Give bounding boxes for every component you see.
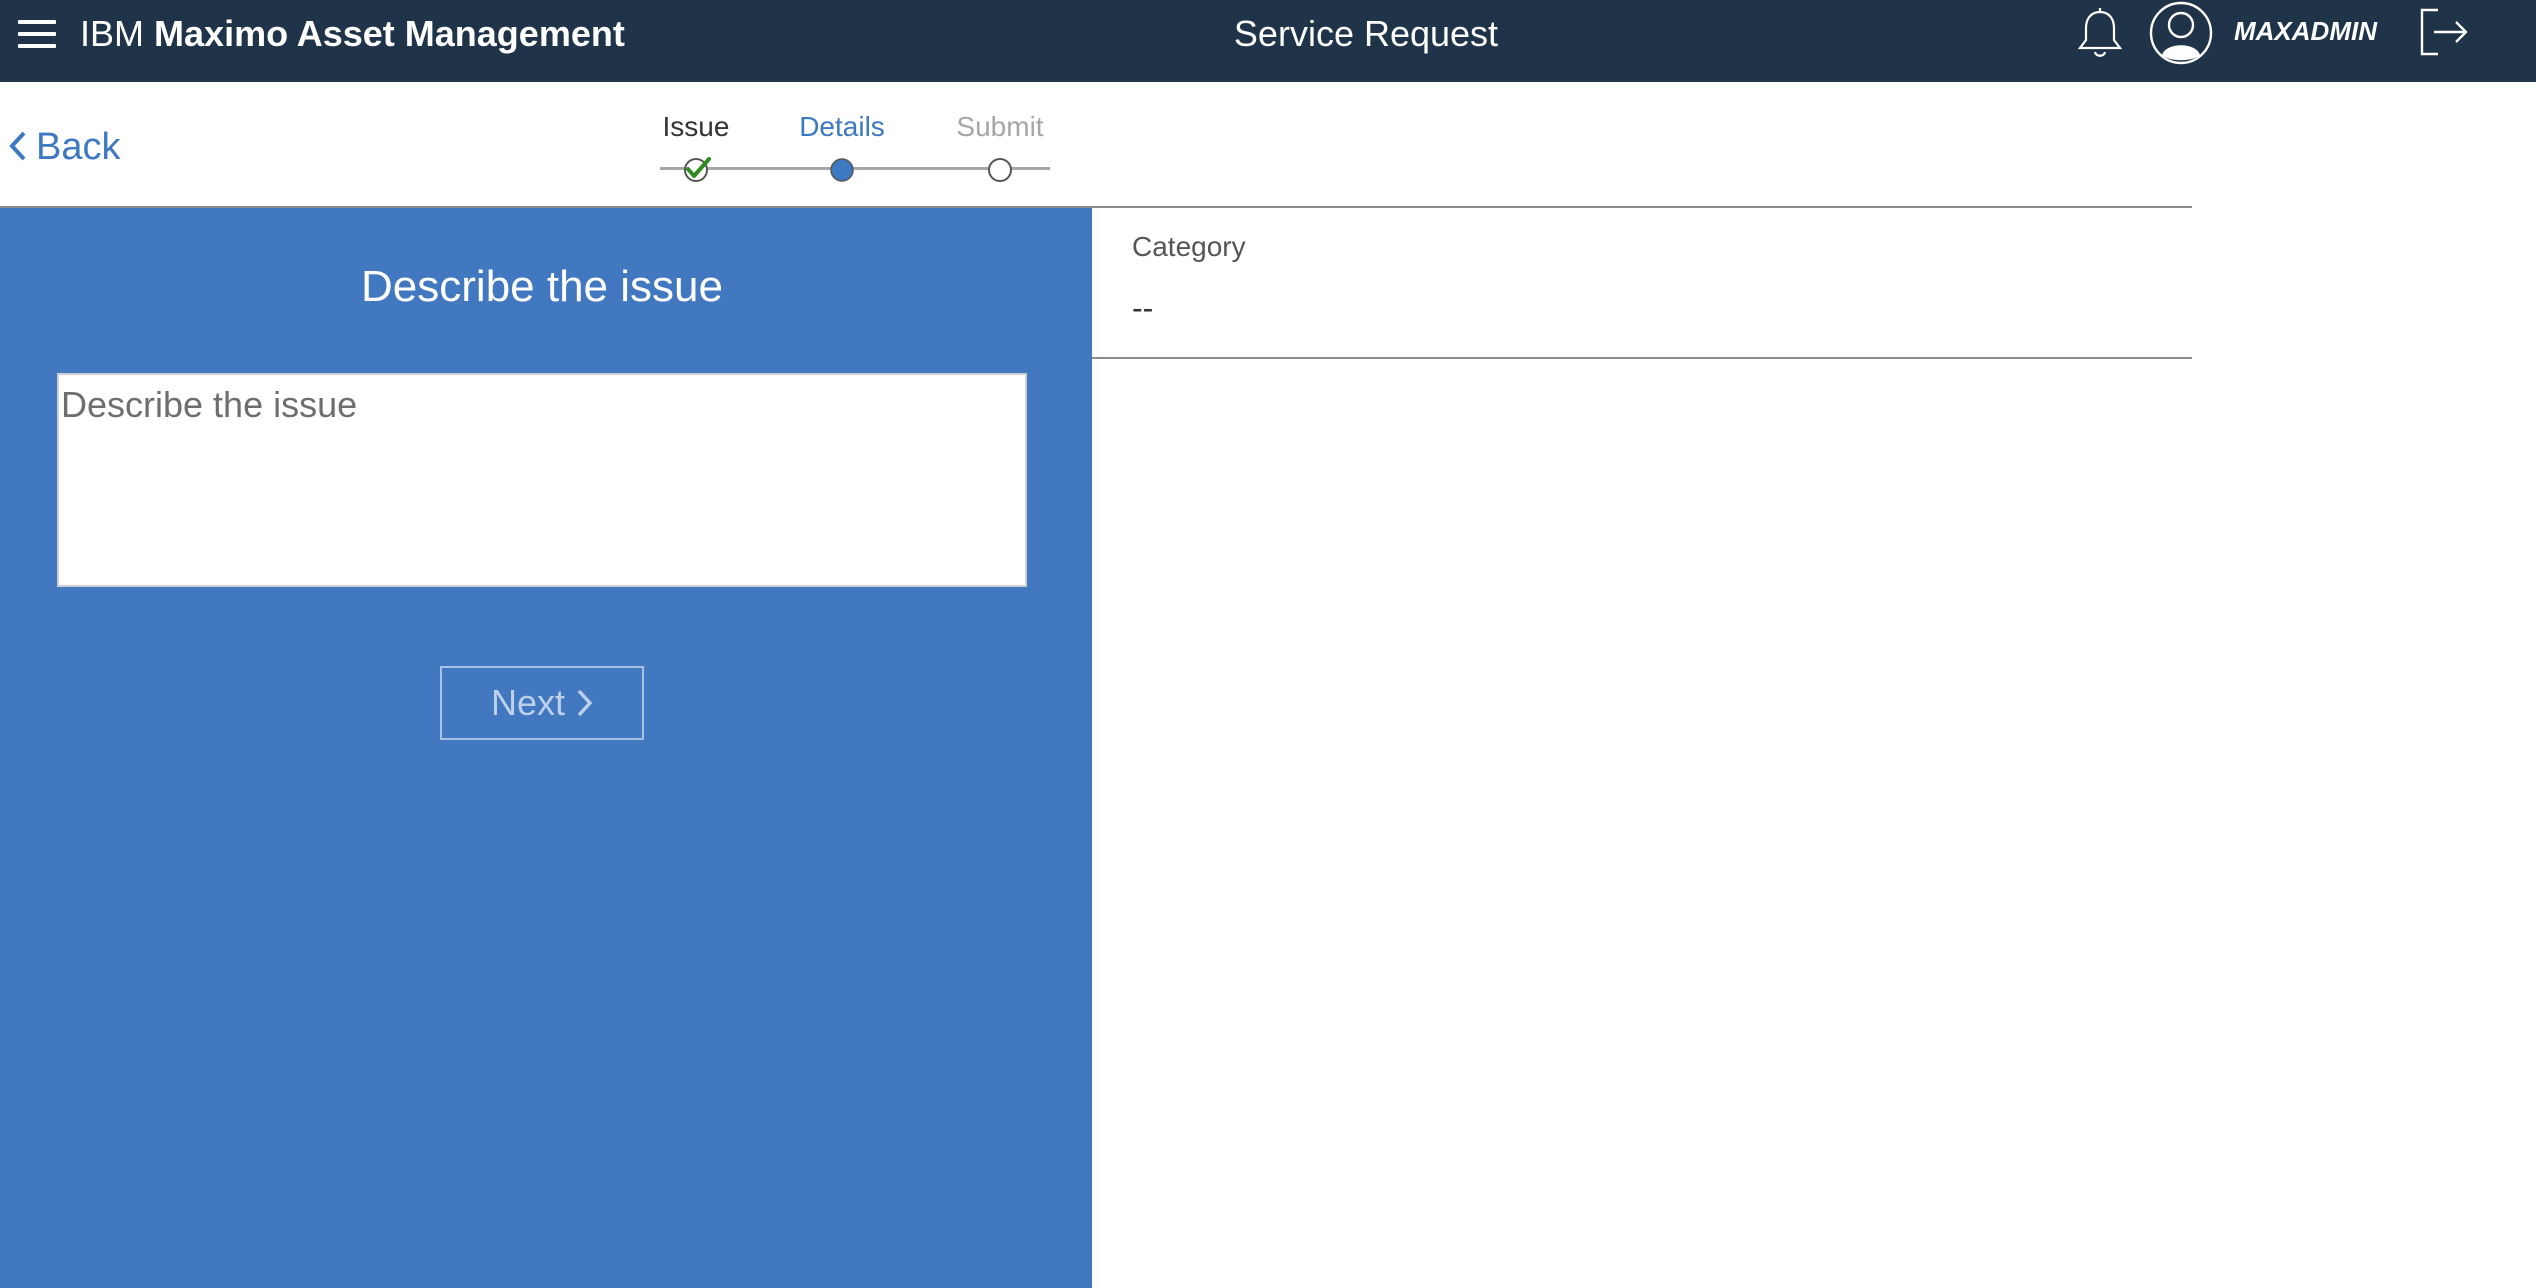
step-details[interactable]: Details <box>799 110 885 144</box>
chevron-left-icon <box>9 131 26 161</box>
brand-prefix: IBM <box>80 13 145 54</box>
menu-icon[interactable] <box>18 20 56 48</box>
category-label: Category <box>1132 231 1246 262</box>
back-button[interactable]: Back <box>8 122 120 172</box>
step-pending-circle-icon <box>988 158 1012 182</box>
issue-panel: Describe the issue Next <box>0 208 1092 1288</box>
top-bar: IBM Maximo Asset Management Service Requ… <box>0 0 2536 82</box>
logout-icon[interactable] <box>2416 6 2472 58</box>
category-value[interactable]: -- <box>1132 288 1153 328</box>
issue-description-input[interactable] <box>57 373 1027 587</box>
step-complete-check-icon <box>684 157 711 182</box>
chevron-right-icon <box>577 689 593 717</box>
progress-stepper: Issue Details Submit <box>640 110 1060 190</box>
step-issue[interactable]: Issue <box>663 110 730 144</box>
page-title: Service Request <box>1233 13 1499 54</box>
next-label: Next <box>490 682 566 723</box>
back-label: Back <box>36 126 121 168</box>
next-button[interactable]: Next <box>440 666 644 740</box>
panel-title: Describe the issue <box>361 262 723 311</box>
app-brand: IBM Maximo Asset Management <box>80 14 625 54</box>
bell-icon[interactable] <box>2072 6 2128 62</box>
step-submit[interactable]: Submit <box>956 110 1043 144</box>
brand-name: Maximo Asset Management <box>154 13 625 54</box>
details-panel: Category -- <box>1092 208 2192 360</box>
category-divider <box>1092 357 2192 359</box>
username[interactable]: MAXADMIN <box>2234 16 2377 46</box>
step-current-dot-icon <box>830 158 854 182</box>
navigation-bar: Back Issue Details Submit <box>0 82 2536 208</box>
user-avatar-icon[interactable] <box>2148 0 2214 66</box>
